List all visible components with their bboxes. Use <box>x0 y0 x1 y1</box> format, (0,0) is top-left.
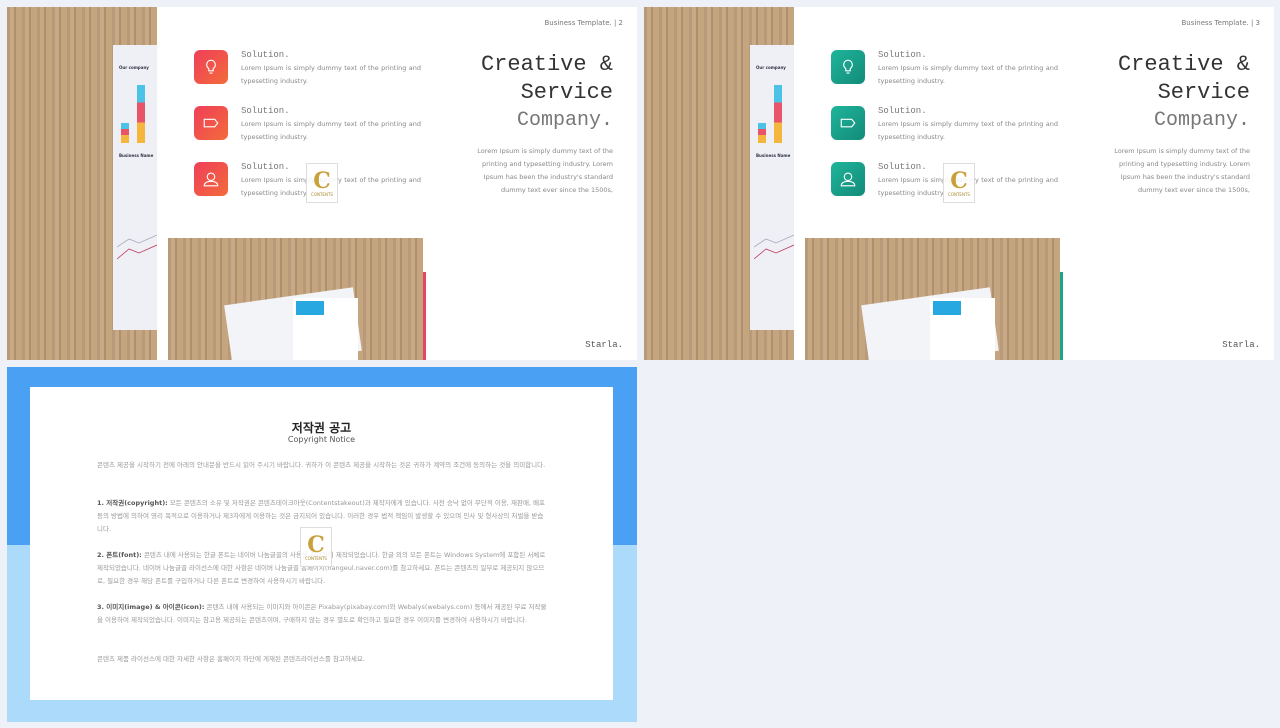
solution-title: Solution. <box>241 162 290 172</box>
slide-header: Business Template. | 3 <box>1181 19 1260 27</box>
desk-photo <box>805 238 1060 360</box>
solution-text: Lorem Ipsum is simply dummy text of the … <box>878 64 1058 85</box>
copyright-title: 저작권 공고 <box>291 421 352 435</box>
copyright-section-3: 3. 이미지(image) & 아이콘(icon): 콘텐츠 내에 사용되는 이… <box>97 603 547 624</box>
signature: Starla. <box>585 340 623 350</box>
tag-icon <box>831 106 865 140</box>
paper-title: Our company <box>119 65 149 70</box>
tag-icon <box>194 106 228 140</box>
solution-title: Solution. <box>878 162 927 172</box>
copyright-intro: 콘텐츠 제공을 시작하기 전에 아래의 안내문을 반드시 읽어 주시기 바랍니다… <box>97 461 546 469</box>
paper-bar <box>758 123 766 143</box>
slide-title: Creative & Service Company. <box>480 52 613 132</box>
copyright-subtitle: Copyright Notice <box>287 435 356 444</box>
user-icon <box>194 162 228 196</box>
paper-title: Business Name <box>756 153 791 158</box>
slide-thumbnail-3[interactable]: Our company Business Name Business Templ… <box>644 7 1274 360</box>
solution-title: Solution. <box>241 50 290 60</box>
paper-line-chart <box>754 234 794 260</box>
solution-text: Lorem Ipsum is simply dummy text of the … <box>241 64 421 85</box>
copyright-outro: 콘텐츠 제품 라이선스에 대한 자세한 사항은 홈페이지 하단에 게재된 콘텐츠… <box>97 655 365 663</box>
slide-description: Lorem Ipsum is simply dummy text of the … <box>1114 147 1250 194</box>
solution-text: Lorem Ipsum is simply dummy text of the … <box>878 120 1058 141</box>
desk-photo <box>168 238 423 360</box>
user-icon <box>831 162 865 196</box>
paper-bar <box>137 85 145 143</box>
paper-bar <box>774 85 782 143</box>
slide-title: Creative & Service Company. <box>1117 52 1250 132</box>
watermark-logo: C CONTENTS <box>943 163 975 203</box>
signature: Starla. <box>1222 340 1260 350</box>
paper-line-chart <box>117 234 157 260</box>
lightbulb-icon <box>831 50 865 84</box>
report-paper: Our company Business Name <box>113 45 157 330</box>
report-paper: Our company Business Name <box>750 45 794 330</box>
watermark-logo: C CONTENTS <box>300 527 332 567</box>
accent-bar <box>1060 272 1063 360</box>
watermark-logo: C CONTENTS <box>306 163 338 203</box>
paper-bar <box>121 123 129 143</box>
slide-thumbnail-2[interactable]: Our company Business Name Business Templ… <box>7 7 637 360</box>
solution-title: Solution. <box>878 50 927 60</box>
accent-bar <box>423 272 426 360</box>
slide-thumbnail-copyright[interactable]: 저작권 공고 Copyright Notice 콘텐츠 제공을 시작하기 전에 … <box>7 367 637 722</box>
solution-title: Solution. <box>878 106 927 116</box>
slide-description: Lorem Ipsum is simply dummy text of the … <box>477 147 613 194</box>
solution-text: Lorem Ipsum is simply dummy text of the … <box>241 120 421 141</box>
paper-title: Business Name <box>119 153 154 158</box>
paper-title: Our company <box>756 65 786 70</box>
copyright-card: 저작권 공고 Copyright Notice 콘텐츠 제공을 시작하기 전에 … <box>30 387 613 700</box>
solution-title: Solution. <box>241 106 290 116</box>
slide-header: Business Template. | 2 <box>544 19 623 27</box>
lightbulb-icon <box>194 50 228 84</box>
